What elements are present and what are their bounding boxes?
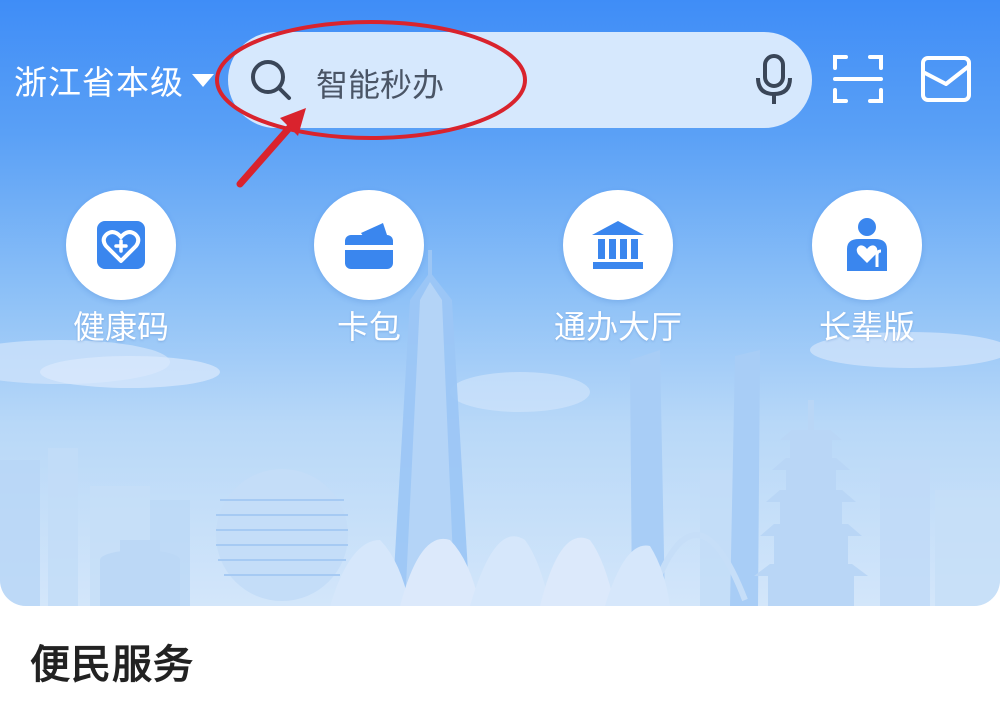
region-label: 浙江省本级	[14, 63, 184, 102]
quick-entry-label: 通办大厅	[553, 308, 682, 346]
government-hall-icon-circle	[563, 190, 673, 300]
government-hall-icon	[592, 221, 644, 269]
search-icon	[251, 60, 291, 100]
card-wallet-icon	[345, 223, 393, 269]
elder-mode-icon	[847, 218, 887, 271]
search-bar[interactable]: 智能秒办	[228, 32, 812, 128]
region-selector[interactable]: 浙江省本级	[14, 58, 214, 102]
app-home-screen: 浙江省本级 智能秒办 健康码 卡包 通办大厅 长辈版 便民服务	[0, 0, 1000, 701]
quick-entry-government-hall[interactable]: 通办大厅	[543, 190, 693, 350]
quick-entry-elder-mode[interactable]: 长辈版	[792, 190, 942, 350]
section-title-convenience-services: 便民服务	[30, 642, 194, 688]
search-placeholder: 智能秒办	[316, 66, 445, 104]
caret-down-icon	[192, 73, 214, 87]
card-wallet-icon-circle	[314, 190, 424, 300]
health-code-heart-icon	[97, 221, 145, 269]
quick-entry-label: 健康码	[72, 308, 169, 346]
quick-entry-health-code[interactable]: 健康码	[46, 190, 196, 350]
health-code-icon-circle	[66, 190, 176, 300]
quick-entry-card-wallet[interactable]: 卡包	[294, 190, 444, 350]
quick-entry-label: 长辈版	[818, 308, 915, 346]
envelope-icon[interactable]	[920, 54, 972, 104]
mic-icon[interactable]	[754, 54, 794, 106]
elder-mode-icon-circle	[812, 190, 922, 300]
quick-entry-label: 卡包	[336, 308, 401, 346]
scan-icon[interactable]	[832, 54, 884, 104]
